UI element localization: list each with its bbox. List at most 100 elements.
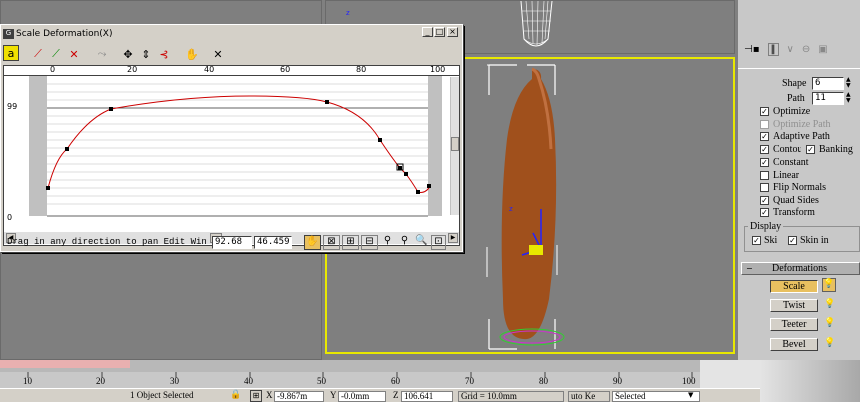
remove-modifier-icon[interactable]: ⊖ <box>802 44 810 55</box>
scale-deformation-dialog: G Scale Deformation(X) _ □ × a ⟋ ⟋ ✕ ⤳ ✥… <box>0 24 463 252</box>
y-field[interactable]: -0.0mm <box>338 391 386 402</box>
twist-bulb-icon[interactable]: 💡 <box>824 299 835 309</box>
minimize-button[interactable]: _ <box>422 27 433 37</box>
display-skin-check[interactable]: ✓ Ski <box>752 235 777 246</box>
option-label: Adaptive Path <box>773 131 830 142</box>
scale-vertical-icon[interactable]: ⇕ <box>137 45 155 63</box>
axis-z-label: z <box>346 9 350 17</box>
twist-button[interactable]: Twist <box>770 299 818 312</box>
checkbox-box[interactable]: ✓ <box>806 145 815 154</box>
magnify-icon[interactable]: 🔍 <box>414 235 429 250</box>
ruler-tick-40: 40 <box>204 65 215 74</box>
option-transform-checkbox[interactable]: ✓ Transform <box>760 207 815 218</box>
scale-button[interactable]: Scale <box>770 280 818 293</box>
close-button[interactable]: × <box>447 27 458 37</box>
dialog-titlebar[interactable]: G Scale Deformation(X) <box>3 27 460 41</box>
zoom-vertical-icon[interactable]: ⊟ <box>361 235 378 250</box>
status-message: Drag in any direction to pan Edit Win <box>7 237 207 247</box>
timeline-ruler[interactable]: 10 20 30 40 50 60 70 80 90 100 <box>0 360 860 388</box>
insert-point-icon[interactable]: ⊰ <box>155 45 173 63</box>
bevel-button[interactable]: Bevel <box>770 338 818 351</box>
x-field[interactable]: -9.867m <box>274 391 324 402</box>
display-skin-in-label: Skin in <box>800 235 829 246</box>
option-contour-checkbox[interactable]: ✓ Contour <box>760 144 801 155</box>
tick-10: 10 <box>23 376 32 386</box>
grid-status: Grid = 10.0mm <box>458 391 564 402</box>
tick-30: 30 <box>170 376 179 386</box>
display-skin-in-check[interactable]: ✓ Skin in <box>788 235 829 246</box>
teeter-bulb-icon[interactable]: 💡 <box>824 318 835 328</box>
option-optimize-path-checkbox[interactable]: Optimize Path <box>760 119 831 130</box>
option-label: Contour <box>773 144 801 155</box>
zoom-icon[interactable]: ⚲ <box>380 235 395 250</box>
absolute-mode-icon[interactable]: ⊞ <box>250 390 262 402</box>
bevel-bulb-icon[interactable]: 💡 <box>824 338 835 348</box>
coord-x-field[interactable]: 92.68 <box>212 236 252 249</box>
pin-icon[interactable]: ⊣▪ <box>744 44 760 55</box>
lock-selection-icon[interactable]: 🔒 <box>230 390 241 400</box>
z-field[interactable]: 106.641 <box>401 391 453 402</box>
curve-icon-both[interactable]: ✕ <box>65 45 83 63</box>
app-icon: G <box>3 29 14 39</box>
option-flip-normals-checkbox[interactable]: Flip Normals <box>760 182 826 193</box>
option-quad-sides-checkbox[interactable]: ✓ Quad Sides <box>760 195 819 206</box>
zoom-window-icon[interactable]: ⊡ <box>431 235 446 250</box>
maximize-button[interactable]: □ <box>434 27 445 37</box>
checkbox-box[interactable]: ✓ <box>760 132 769 141</box>
make-unique-icon[interactable]: ∨ <box>787 44 794 55</box>
checkbox-box[interactable] <box>760 171 769 180</box>
lock-icon[interactable]: a <box>3 45 19 61</box>
option-optimize-checkbox[interactable]: ✓ Optimize <box>760 106 810 117</box>
scale-bulb-icon[interactable]: 💡 <box>822 278 836 292</box>
checkbox-box[interactable]: ✓ <box>760 158 769 167</box>
move-icon[interactable]: ✥ <box>119 45 137 63</box>
path-spinner[interactable]: ▲ ▼ <box>846 92 851 104</box>
checkbox-box[interactable] <box>760 183 769 192</box>
reset-icon[interactable]: ✋ <box>183 45 201 63</box>
tick-70: 70 <box>465 376 474 386</box>
tick-80: 80 <box>539 376 548 386</box>
zoom-extents-icon[interactable]: ⊠ <box>323 235 340 250</box>
swap-icon[interactable]: ⤳ <box>93 45 111 63</box>
option-label: Quad Sides <box>773 195 819 206</box>
path-field[interactable]: 11 <box>812 92 844 105</box>
shape-field[interactable]: 6 <box>812 77 844 90</box>
zoom-region-icon[interactable]: ⚲ <box>397 235 412 250</box>
option-linear-checkbox[interactable]: Linear <box>760 170 799 181</box>
tick-90: 90 <box>613 376 622 386</box>
curve-plot[interactable] <box>4 76 459 226</box>
option-label: Banking <box>819 144 853 155</box>
option-banking-checkbox[interactable]: ✓ Banking <box>806 144 859 155</box>
option-label: Flip Normals <box>773 182 827 193</box>
display-skin-label: Ski <box>764 235 778 246</box>
timeline-track <box>0 360 860 388</box>
zoom-horizontal-icon[interactable]: ⊞ <box>342 235 359 250</box>
deformations-label: Deformations <box>772 263 827 274</box>
dropdown-arrow-icon[interactable]: ▼ <box>688 391 693 399</box>
shape-spinner[interactable]: ▲ ▼ <box>846 77 851 89</box>
delete-icon[interactable]: ✕ <box>209 45 227 63</box>
pause-icon[interactable]: ‖ <box>767 42 779 56</box>
curve-icon-green[interactable]: ⟋ <box>47 45 65 63</box>
curve-icon-red[interactable]: ⟋ <box>29 45 47 63</box>
option-adaptive-path-checkbox[interactable]: ✓ Adaptive Path <box>760 131 830 142</box>
deformation-graph[interactable]: 0 20 40 60 80 100 99 0 ◀ ▶ <box>3 65 460 246</box>
checkbox-box[interactable]: ✓ <box>760 145 769 154</box>
dialog-title: Scale Deformation(X) <box>16 29 113 39</box>
pan-icon[interactable]: ✋ <box>304 235 321 250</box>
checkbox-box[interactable]: ✓ <box>760 107 769 116</box>
option-label: Transform <box>773 207 815 218</box>
teeter-button[interactable]: Teeter <box>770 318 818 331</box>
option-constant-checkbox[interactable]: ✓ Constant <box>760 157 809 168</box>
checkbox-box[interactable]: ✓ <box>760 208 769 217</box>
checkbox-box[interactable]: ✓ <box>760 196 769 205</box>
selection-filter-dropdown[interactable]: Selected <box>612 391 700 402</box>
tick-40: 40 <box>244 376 253 386</box>
configure-icon[interactable]: ▣ <box>818 44 827 55</box>
auto-key-button[interactable]: uto Ke <box>568 391 610 402</box>
nav-tools: ✋ ⊠ ⊞ ⊟ ⚲ ⚲ 🔍 ⊡ <box>304 235 446 250</box>
vertical-scrollbar[interactable] <box>450 77 459 215</box>
z-label: Z <box>393 390 399 400</box>
checkbox-box[interactable] <box>760 120 769 129</box>
coord-y-field[interactable]: 46.459 <box>254 236 292 249</box>
